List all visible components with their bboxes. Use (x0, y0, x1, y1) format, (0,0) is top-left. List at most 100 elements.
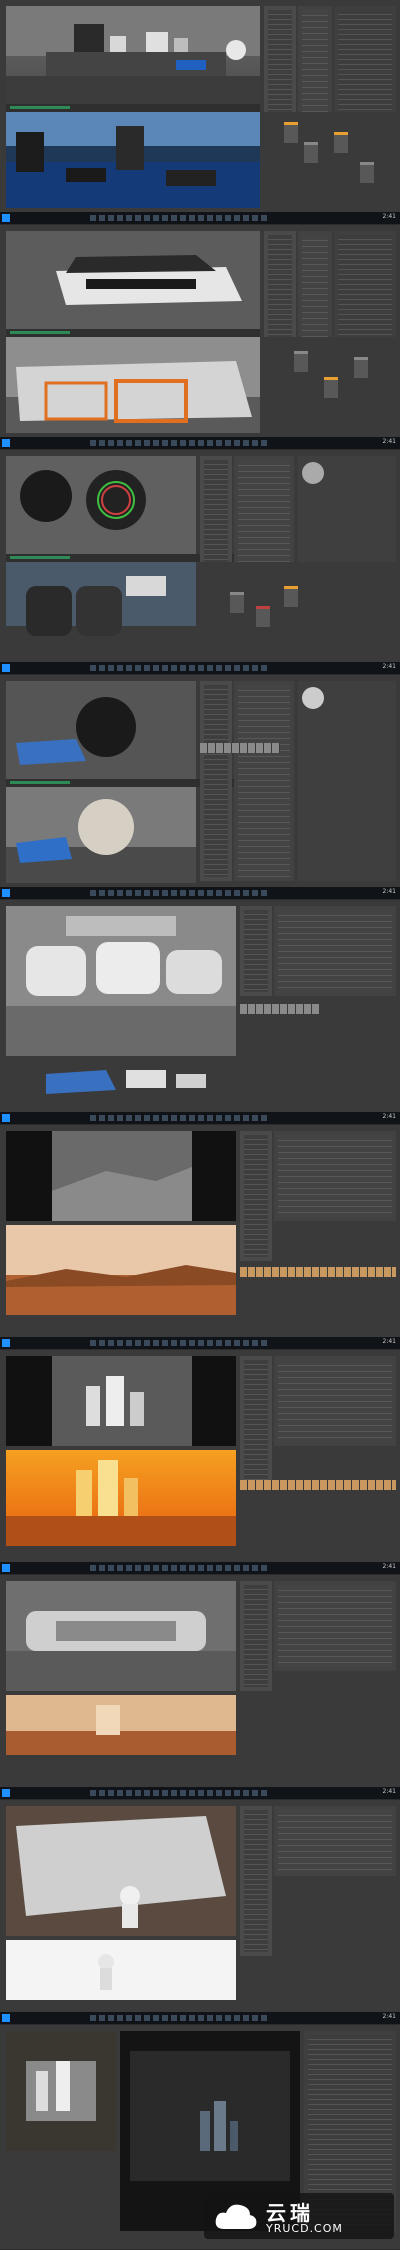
node[interactable] (360, 162, 374, 183)
screenshot-frame-1: 2:41 (0, 0, 400, 224)
viewport-perspective[interactable] (6, 456, 196, 554)
material-preview (302, 462, 324, 484)
taskbar-apps[interactable] (90, 2015, 270, 2021)
windows-start-icon[interactable] (2, 1564, 10, 1572)
material-thumbnails[interactable] (240, 1267, 396, 1277)
node[interactable] (294, 351, 308, 372)
viewport-perspective[interactable] (6, 906, 236, 1056)
windows-start-icon[interactable] (2, 1114, 10, 1122)
windows-start-icon[interactable] (2, 889, 10, 897)
taskbar-clock: 2:41 (382, 1563, 396, 1570)
windows-taskbar: 2:41 (0, 887, 400, 899)
material-thumbnails[interactable] (240, 1480, 396, 1490)
material-preview (302, 687, 324, 709)
taskbar-clock: 2:41 (382, 2013, 396, 2020)
screenshot-frame-3: 2:41 (0, 450, 400, 674)
viewport-perspective[interactable] (6, 1356, 236, 1446)
viewport-perspective[interactable] (6, 1806, 236, 1936)
windows-taskbar: 2:41 (0, 2012, 400, 2024)
windows-taskbar: 2:41 (0, 1337, 400, 1349)
node[interactable] (284, 586, 298, 607)
node[interactable] (324, 377, 338, 398)
windows-taskbar: 2:41 (0, 662, 400, 674)
taskbar-apps[interactable] (90, 1340, 270, 1346)
object-manager[interactable] (240, 906, 272, 996)
screenshot-frame-9: 2:41 (0, 1800, 400, 2024)
screenshot-frame-10: 云瑞 YRUCD.COM (0, 2025, 400, 2249)
attributes-panel[interactable] (234, 681, 294, 881)
windows-taskbar: 2:41 (0, 1112, 400, 1124)
node[interactable] (230, 592, 244, 613)
screenshot-frame-5: 2:41 (0, 900, 400, 1124)
screenshot-frame-7: 2:41 (0, 1350, 400, 1574)
taskbar-clock: 2:41 (382, 438, 396, 445)
taskbar-clock: 2:41 (382, 888, 396, 895)
windows-taskbar: 2:41 (0, 212, 400, 224)
windows-start-icon[interactable] (2, 664, 10, 672)
windows-taskbar: 2:41 (0, 1562, 400, 1574)
taskbar-apps[interactable] (90, 1115, 270, 1121)
viewport-perspective[interactable] (6, 231, 260, 329)
windows-start-icon[interactable] (2, 1339, 10, 1347)
taskbar-clock: 2:41 (382, 663, 396, 670)
node[interactable] (354, 357, 368, 378)
taskbar-clock: 2:41 (382, 213, 396, 220)
object-manager[interactable] (240, 1356, 272, 1486)
taskbar-clock: 2:41 (382, 1113, 396, 1120)
node-editor[interactable] (264, 337, 396, 433)
node[interactable] (334, 132, 348, 153)
windows-start-icon[interactable] (2, 1789, 10, 1797)
screenshot-frame-4: 2:41 (0, 675, 400, 899)
windows-taskbar: 2:41 (0, 437, 400, 449)
taskbar-clock: 2:41 (382, 1338, 396, 1345)
taskbar-apps[interactable] (90, 440, 270, 446)
node[interactable] (304, 142, 318, 163)
attributes-panel[interactable] (274, 1356, 396, 1446)
taskbar-apps[interactable] (90, 890, 270, 896)
watermark-url: YRUCD.COM (266, 2222, 343, 2235)
viewport-perspective[interactable] (6, 1131, 236, 1221)
taskbar-apps[interactable] (90, 215, 270, 221)
taskbar-apps[interactable] (90, 1565, 270, 1571)
status-bar (6, 329, 260, 337)
attributes-panel[interactable] (274, 1131, 396, 1221)
render-preview (6, 1450, 236, 1546)
windows-taskbar: 2:41 (0, 1787, 400, 1799)
viewport-perspective[interactable] (6, 681, 196, 779)
attributes-panel[interactable] (274, 906, 396, 996)
render-preview (6, 1060, 236, 1100)
status-bar (6, 104, 260, 112)
taskbar-clock: 2:41 (382, 1788, 396, 1795)
node[interactable] (284, 122, 298, 143)
render-preview (6, 562, 196, 658)
render-preview (6, 1695, 236, 1755)
node-editor[interactable] (264, 112, 396, 208)
attributes-panel[interactable] (274, 1581, 396, 1671)
render-preview (6, 1225, 236, 1315)
object-manager[interactable] (200, 681, 232, 881)
watermark: 云瑞 YRUCD.COM (204, 2193, 394, 2239)
material-panel[interactable] (298, 681, 396, 881)
render-preview (6, 787, 196, 883)
taskbar-apps[interactable] (90, 665, 270, 671)
viewport-perspective[interactable] (6, 2031, 116, 2151)
viewport-perspective[interactable] (6, 1581, 236, 1691)
object-manager[interactable] (240, 1131, 272, 1261)
object-manager[interactable] (240, 1581, 272, 1691)
object-manager[interactable] (240, 1806, 272, 1956)
node-editor[interactable] (200, 562, 396, 658)
viewport-perspective[interactable] (6, 6, 260, 104)
node[interactable] (256, 606, 270, 627)
attributes-panel[interactable] (274, 1806, 396, 1876)
screenshot-frame-8: 2:41 (0, 1575, 400, 1799)
material-thumbnails[interactable] (240, 1004, 320, 1014)
screenshot-frame-6: 2:41 (0, 1125, 400, 1349)
cloud-logo-icon (215, 2204, 257, 2229)
render-preview (6, 112, 260, 208)
windows-start-icon[interactable] (2, 214, 10, 222)
windows-start-icon[interactable] (2, 439, 10, 447)
render-preview (6, 1940, 236, 2000)
windows-start-icon[interactable] (2, 2014, 10, 2022)
taskbar-apps[interactable] (90, 1790, 270, 1796)
material-thumbnails[interactable] (200, 743, 280, 753)
